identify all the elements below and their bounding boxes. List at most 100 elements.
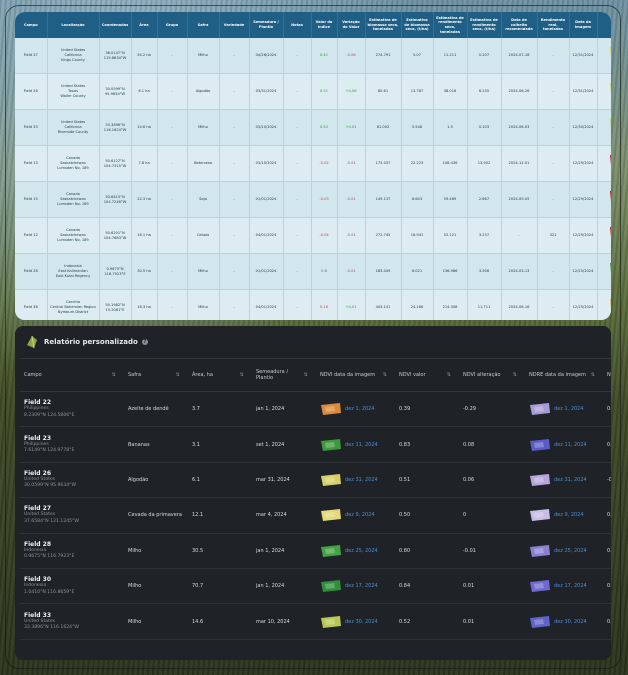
- column-header[interactable]: Notas: [283, 12, 312, 38]
- column-header[interactable]: Rendimento real, toneladas: [537, 12, 570, 38]
- table-row[interactable]: Field 12 Canada Saskatchewan Lumsden No. 18…: [15, 217, 611, 254]
- report-column-header[interactable]: Safra ⇅: [124, 358, 188, 392]
- report-column-header[interactable]: NDVI alteração ⇅: [459, 358, 525, 392]
- sort-icon[interactable]: ⇅: [176, 373, 180, 378]
- ndre-field-image[interactable]: [529, 508, 551, 522]
- report-row[interactable]: Field 22 Philippines 8.2309°N 124.5806°E Az…: [20, 391, 611, 428]
- report-row[interactable]: Field 23 Philippines 7.6149°N 124.9778°E Ba…: [20, 426, 611, 463]
- field-thumbnail-image[interactable]: [608, 116, 611, 140]
- column-header[interactable]: Data da imagem: [569, 12, 598, 38]
- field-coordinates: 33.3896°N 116.1624°W: [24, 625, 79, 631]
- location-line: Lumsden No. 189: [57, 165, 89, 170]
- sort-icon[interactable]: ⇅: [112, 373, 116, 378]
- ndvi-date-link[interactable]: dez 25, 2024: [345, 548, 378, 554]
- report-row[interactable]: Field 28 Indonesia 0.9675°N 116.7923°E Milh…: [20, 533, 611, 569]
- column-header[interactable]: Anotação: [597, 12, 611, 38]
- ndvi-field-image[interactable]: [320, 544, 342, 558]
- field-thumbnail-image[interactable]: [608, 188, 611, 212]
- ndre-date-link[interactable]: dez 31, 2024: [554, 477, 587, 483]
- column-header[interactable]: Estimativa de rendimento seco, toneladas: [433, 12, 468, 38]
- field-name[interactable]: Field 23: [24, 435, 124, 442]
- field-thumbnail-image[interactable]: [608, 44, 611, 68]
- ndre-date-link[interactable]: dez 30, 2024: [554, 619, 587, 625]
- field-thumbnail-image[interactable]: [608, 80, 611, 104]
- field-name[interactable]: Field 33: [24, 612, 124, 619]
- report-column-header[interactable]: NDVI data da imagem ⇅: [316, 358, 395, 392]
- table-row[interactable]: Field 33 United States California Riverside…: [15, 109, 611, 146]
- cell-bio_t: 183.049: [365, 253, 402, 290]
- column-header[interactable]: Valor do índice: [311, 12, 338, 38]
- ndvi-date-link[interactable]: dez 9, 2024: [345, 512, 375, 518]
- ndre-field-image[interactable]: [529, 438, 551, 452]
- ndvi-field-image[interactable]: [320, 579, 342, 593]
- ndre-field-image[interactable]: [529, 473, 551, 487]
- column-header[interactable]: Grupo: [157, 12, 188, 38]
- cell-coordinates: 33.3896°N 116.1624°W: [99, 109, 132, 146]
- ndre-date-link[interactable]: dez 17, 2024: [554, 583, 587, 589]
- table-row[interactable]: Field 28 Indonesia East Kalimantan East Kut…: [15, 253, 611, 290]
- table-row[interactable]: Field 13 Canada Saskatchewan Lumsden No. 18…: [15, 145, 611, 182]
- coordinate-line: 116.1624°W: [103, 127, 127, 132]
- column-header[interactable]: Safra: [187, 12, 220, 38]
- column-header[interactable]: Variedade: [219, 12, 250, 38]
- column-header[interactable]: Estimativa de rendimento seco, (t/ha): [467, 12, 502, 38]
- column-header[interactable]: Estimativa de biomassa seca, (t/ha): [401, 12, 434, 38]
- table-row[interactable]: Field 37 United States California Kings Cou…: [15, 38, 611, 74]
- report-column-header[interactable]: NDVI valor ⇅: [395, 358, 459, 392]
- column-header[interactable]: Variação do Valor: [337, 12, 366, 38]
- report-row[interactable]: Field 27 United States 37.6584°N 121.1245°…: [20, 497, 611, 534]
- ndvi-date-link[interactable]: dez 30, 2024: [345, 619, 378, 625]
- app-logo-icon: [27, 335, 37, 349]
- report-column-header[interactable]: NDRE data da imagem ⇅: [525, 358, 603, 392]
- sort-icon[interactable]: ⇅: [240, 373, 244, 378]
- sort-icon[interactable]: ⇅: [513, 373, 517, 378]
- table-row[interactable]: Field 36 Czechia Central Bohemian Region Ny…: [15, 289, 611, 320]
- ndre-field-image[interactable]: [529, 579, 551, 593]
- report-column-header[interactable]: Área, ha ⇅: [188, 358, 252, 392]
- report-row[interactable]: Field 33 United States 33.3896°N 116.1624°…: [20, 603, 611, 640]
- report-row[interactable]: Field 30 Indonesia 1.0410°N 116.8659°E Milh…: [20, 568, 611, 605]
- column-header[interactable]: Campo: [15, 12, 48, 38]
- ndvi-field-image[interactable]: [320, 615, 342, 629]
- table-row[interactable]: Field 26 United States Texas Waller County 3…: [15, 73, 611, 110]
- help-icon[interactable]: ?: [141, 339, 148, 345]
- column-header[interactable]: Coordenadas: [99, 12, 132, 38]
- column-header[interactable]: Localização: [47, 12, 100, 38]
- ndvi-field-image[interactable]: [320, 438, 342, 452]
- ndvi-date-link[interactable]: dez 1, 2024: [345, 406, 375, 412]
- report-column-header[interactable]: Campo ⇅: [20, 358, 124, 392]
- field-name[interactable]: Field 28: [24, 541, 124, 548]
- field-thumbnail-image[interactable]: [608, 152, 611, 176]
- field-thumbnail-image[interactable]: [608, 224, 611, 248]
- ndre-date-link[interactable]: dez 25, 2024: [554, 548, 587, 554]
- cell-ndvi-value: 0.52: [395, 603, 459, 640]
- table-row[interactable]: Field 15 Canada Saskatchewan Lumsden No. 18…: [15, 181, 611, 218]
- ndre-field-image[interactable]: [529, 544, 551, 558]
- column-header[interactable]: Semeadura / Plantio: [249, 12, 284, 38]
- column-header[interactable]: Data de colheita recomendada: [501, 12, 538, 38]
- ndre-field-image[interactable]: [529, 615, 551, 629]
- ndvi-date-link[interactable]: dez 31, 2024: [345, 477, 378, 483]
- column-header[interactable]: Estimativa de biomassa seca, toneladas: [365, 12, 402, 38]
- fields-table-card: Campo Localização Coordenadas Área Grupo Safr…: [15, 12, 611, 320]
- ndvi-date-link[interactable]: dez 17, 2024: [345, 583, 378, 589]
- ndre-field-image[interactable]: [529, 402, 551, 416]
- report-column-header[interactable]: Semeadura / Plantio ⇅: [252, 358, 316, 392]
- sort-icon[interactable]: ⇅: [304, 373, 308, 378]
- report-column-header[interactable]: NDRE valor: [603, 358, 611, 392]
- ndre-date-link[interactable]: dez 1, 2024: [554, 406, 584, 412]
- report-row[interactable]: Field 26 United States 30.0599°N 95.9634°W…: [20, 462, 611, 499]
- sort-icon[interactable]: ⇅: [447, 373, 451, 378]
- cell-bio_t: 81.002: [365, 109, 402, 146]
- ndre-date-link[interactable]: dez 11, 2024: [554, 442, 587, 448]
- column-header[interactable]: Área: [131, 12, 158, 38]
- ndvi-field-image[interactable]: [320, 473, 342, 487]
- ndvi-field-image[interactable]: [320, 508, 342, 522]
- sort-icon[interactable]: ⇅: [383, 373, 387, 378]
- ndvi-date-link[interactable]: dez 11, 2024: [345, 442, 378, 448]
- field-thumbnail-image[interactable]: [608, 260, 611, 284]
- sort-icon[interactable]: ⇅: [591, 373, 595, 378]
- ndre-date-link[interactable]: dez 9, 2024: [554, 512, 584, 518]
- field-name[interactable]: Field 26: [24, 470, 124, 477]
- ndvi-field-image[interactable]: [320, 402, 342, 416]
